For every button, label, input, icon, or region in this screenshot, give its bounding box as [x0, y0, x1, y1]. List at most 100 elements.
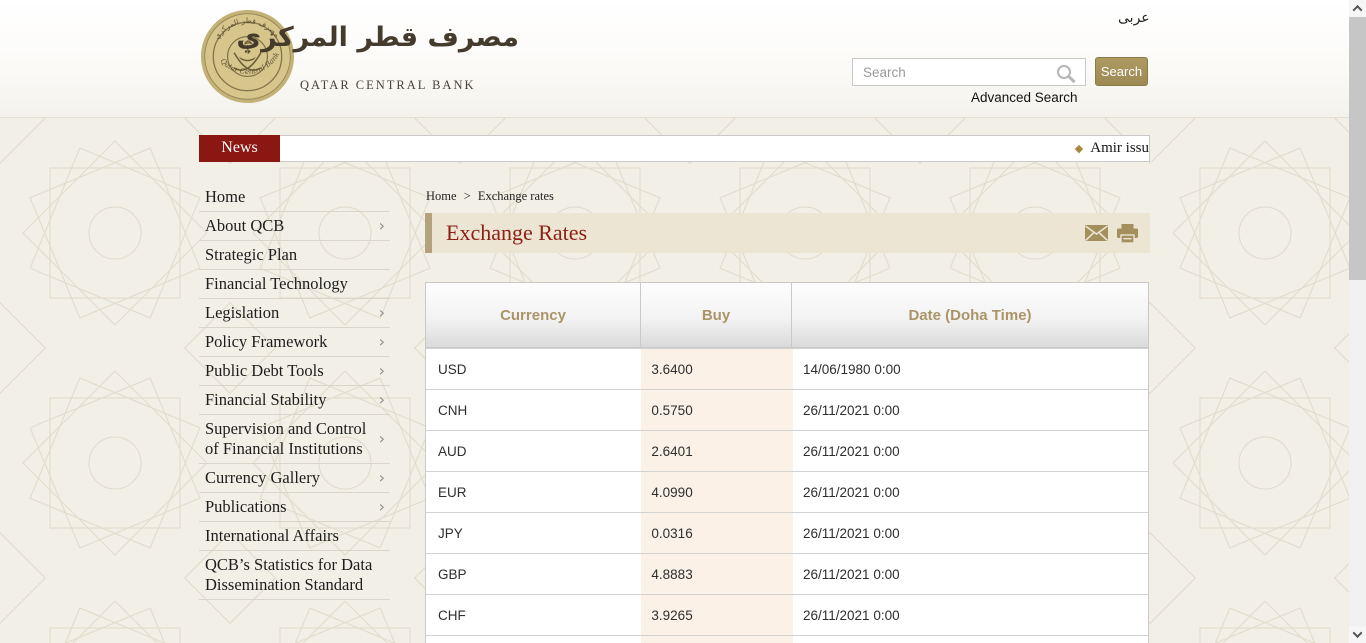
table-row: EUR 4.0990 26/11/2021 0:00	[426, 471, 1148, 512]
print-icon[interactable]	[1117, 224, 1138, 243]
scrollbar-up-button[interactable]	[1349, 0, 1366, 17]
site-header: مصرف قطر المركزي Qatar Central Bank مصرف…	[0, 0, 1349, 118]
search-box	[852, 58, 1086, 86]
chevron-right-icon: ›	[379, 332, 388, 352]
breadcrumb: Home > Exchange rates	[426, 189, 1150, 204]
sidebar-item-label: Public Debt Tools	[205, 361, 324, 381]
table-row: CHF 3.9265 26/11/2021 0:00	[426, 594, 1148, 635]
sidebar-item-publications[interactable]: Publications ›	[199, 493, 390, 522]
buy-cell: 3.9265	[641, 595, 793, 635]
table-row: AUD 2.6401 26/11/2021 0:00	[426, 430, 1148, 471]
sidebar-item-home[interactable]: Home	[199, 183, 390, 212]
sidebar-item-label: Strategic Plan	[205, 245, 297, 265]
search-input[interactable]	[853, 59, 1057, 85]
table-row: CNH 0.5750 26/11/2021 0:00	[426, 389, 1148, 430]
sidebar-item-public-debt-tools[interactable]: Public Debt Tools ›	[199, 357, 390, 386]
breadcrumb-separator: >	[464, 189, 471, 203]
currency-cell: AUD	[426, 431, 641, 471]
chevron-right-icon: ›	[379, 216, 388, 236]
sidebar-item-financial-technology[interactable]: Financial Technology	[199, 270, 390, 299]
sidebar-item-qcb-statistics[interactable]: QCB’s Statistics for Data Dissemination …	[199, 551, 390, 600]
sidebar-item-label: Financial Stability	[205, 390, 326, 410]
column-header-date: Date (Doha Time)	[792, 283, 1148, 347]
advanced-search-link[interactable]: Advanced Search	[971, 90, 1078, 105]
sidebar-item-label: QCB’s Statistics for Data Dissemination …	[205, 555, 388, 595]
chevron-right-icon: ›	[379, 468, 388, 488]
date-cell: 26/11/2021 0:00	[793, 472, 1148, 512]
diamond-bullet-icon: ◆	[1075, 142, 1083, 155]
sidebar-item-about-qcb[interactable]: About QCB ›	[199, 212, 390, 241]
buy-cell: 0.0316	[641, 513, 793, 553]
date-cell: 26/11/2021 0:00	[793, 390, 1148, 430]
sidebar-item-label: Policy Framework	[205, 332, 327, 352]
currency-cell: CNH	[426, 390, 641, 430]
buy-cell: 2.6401	[641, 431, 793, 471]
table-header-row: Currency Buy Date (Doha Time)	[426, 283, 1148, 348]
table-row: JPY 0.0316 26/11/2021 0:00	[426, 512, 1148, 553]
sidebar-nav: Home About QCB › Strategic Plan Financia…	[199, 183, 390, 600]
sidebar-item-label: International Affairs	[205, 526, 339, 546]
date-cell: 26/11/2021 0:00	[793, 513, 1148, 553]
sidebar-item-currency-gallery[interactable]: Currency Gallery ›	[199, 464, 390, 493]
search-button[interactable]: Search	[1095, 57, 1148, 86]
date-cell	[793, 636, 1148, 643]
page-title-bar: Exchange Rates	[425, 213, 1150, 253]
currency-cell	[426, 636, 641, 643]
sidebar-item-label: Publications	[205, 497, 287, 517]
chevron-right-icon: ›	[379, 390, 388, 410]
chevron-right-icon: ›	[379, 429, 388, 449]
sidebar-item-strategic-plan[interactable]: Strategic Plan	[199, 241, 390, 270]
table-row: USD 3.6400 14/06/1980 0:00	[426, 348, 1148, 389]
breadcrumb-current: Exchange rates	[478, 189, 554, 203]
currency-cell: JPY	[426, 513, 641, 553]
buy-cell	[641, 636, 793, 643]
date-cell: 26/11/2021 0:00	[793, 554, 1148, 594]
sidebar-item-international-affairs[interactable]: International Affairs	[199, 522, 390, 551]
scrollbar-thumb[interactable]	[1349, 17, 1366, 280]
logo-arabic-calligraphy: مصرف قطر المركزي	[299, 22, 519, 72]
column-header-currency: Currency	[426, 283, 641, 347]
buy-cell: 4.8883	[641, 554, 793, 594]
news-ticker: ◆ Amir issu	[280, 135, 1150, 162]
sidebar-item-label: Supervision and Control of Financial Ins…	[205, 419, 379, 459]
sidebar-item-legislation[interactable]: Legislation ›	[199, 299, 390, 328]
currency-cell: EUR	[426, 472, 641, 512]
table-row-partial	[426, 635, 1148, 643]
email-icon[interactable]	[1085, 225, 1108, 241]
news-bar: News ◆ Amir issu	[199, 135, 1150, 162]
date-cell: 26/11/2021 0:00	[793, 595, 1148, 635]
currency-cell: GBP	[426, 554, 641, 594]
buy-cell: 0.5750	[641, 390, 793, 430]
currency-cell: USD	[426, 349, 641, 389]
news-label: News	[199, 135, 280, 162]
sidebar-item-label: Financial Technology	[205, 274, 348, 294]
sidebar-item-label: Legislation	[205, 303, 279, 323]
language-link-arabic[interactable]: عربى	[1118, 10, 1150, 26]
scrollbar-down-button[interactable]	[1349, 626, 1366, 643]
buy-cell: 3.6400	[641, 349, 793, 389]
breadcrumb-home-link[interactable]: Home	[426, 189, 457, 203]
sidebar-item-policy-framework[interactable]: Policy Framework ›	[199, 328, 390, 357]
sidebar-item-label: Currency Gallery	[205, 468, 320, 488]
chevron-right-icon: ›	[379, 303, 388, 323]
scrollbar[interactable]	[1349, 0, 1366, 643]
exchange-rates-table: Currency Buy Date (Doha Time) USD 3.6400…	[425, 282, 1149, 643]
search-icon[interactable]	[1057, 65, 1071, 79]
sidebar-item-supervision[interactable]: Supervision and Control of Financial Ins…	[199, 415, 390, 464]
chevron-right-icon: ›	[379, 497, 388, 517]
logo-bank-name: QATAR CENTRAL BANK	[300, 78, 476, 93]
buy-cell: 4.0990	[641, 472, 793, 512]
chevron-down-icon	[1353, 628, 1363, 638]
chevron-right-icon: ›	[379, 361, 388, 381]
sidebar-item-label: About QCB	[205, 216, 284, 236]
sidebar-item-financial-stability[interactable]: Financial Stability ›	[199, 386, 390, 415]
news-ticker-item[interactable]: Amir issu	[1090, 140, 1149, 157]
column-header-buy: Buy	[641, 283, 792, 347]
currency-cell: CHF	[426, 595, 641, 635]
page-title: Exchange Rates	[446, 220, 587, 246]
sidebar-item-label: Home	[205, 187, 245, 207]
main-content: Home > Exchange rates Exchange Rates Cur…	[425, 186, 1150, 643]
date-cell: 14/06/1980 0:00	[793, 349, 1148, 389]
chevron-up-icon	[1353, 5, 1363, 15]
table-row: GBP 4.8883 26/11/2021 0:00	[426, 553, 1148, 594]
